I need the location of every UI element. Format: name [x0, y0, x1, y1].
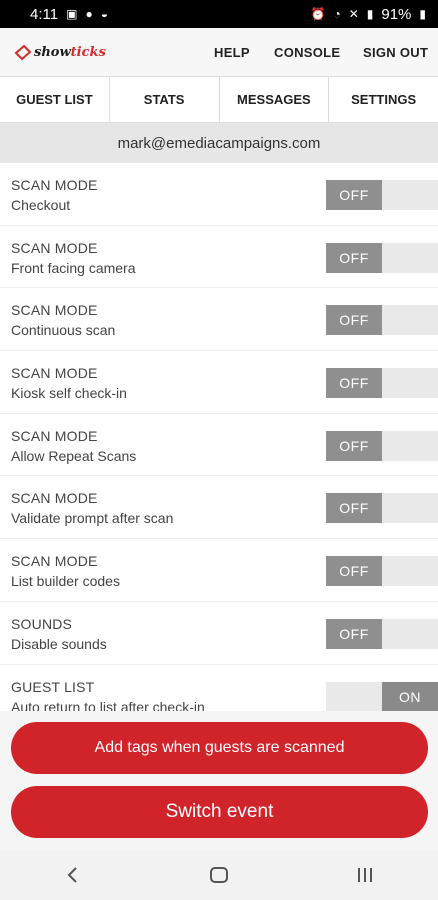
- android-icon: ◒: [100, 7, 108, 21]
- switch-event-button[interactable]: Switch event: [11, 786, 428, 838]
- setting-row-sounds: SOUNDS Disable sounds OFF: [0, 602, 438, 665]
- list-builder-toggle[interactable]: OFF: [326, 556, 438, 587]
- tab-bar: GUEST LIST STATS MESSAGES SETTINGS: [0, 76, 438, 123]
- battery-percent: 91%: [381, 5, 412, 23]
- recents-button[interactable]: [335, 855, 395, 895]
- console-link[interactable]: CONSOLE: [274, 45, 340, 60]
- toggle-state: OFF: [326, 180, 382, 210]
- status-time: 4:11: [30, 5, 59, 23]
- mute-icon: ✕: [348, 7, 359, 21]
- home-button[interactable]: [189, 855, 249, 895]
- setting-row-checkout: SCAN MODE Checkout OFF: [0, 163, 438, 226]
- setting-row-repeat-scans: SCAN MODE Allow Repeat Scans OFF: [0, 414, 438, 477]
- gallery-icon: ▣: [66, 7, 78, 21]
- validate-prompt-toggle[interactable]: OFF: [326, 493, 438, 524]
- repeat-scans-toggle[interactable]: OFF: [326, 430, 438, 461]
- continuous-scan-toggle[interactable]: OFF: [326, 305, 438, 336]
- toggle-state: OFF: [326, 430, 382, 461]
- toggle-state: OFF: [326, 556, 382, 587]
- toggle-state: OFF: [326, 493, 382, 524]
- notification-icon: ●: [85, 7, 93, 21]
- settings-list[interactable]: SCAN MODE Checkout OFF SCAN MODE Front f…: [0, 163, 438, 711]
- wifi-icon: ◔: [333, 7, 341, 21]
- recents-icon: [358, 868, 372, 882]
- setting-row-front-camera: SCAN MODE Front facing camera OFF: [0, 226, 438, 289]
- setting-row-auto-return: GUEST LIST Auto return to list after che…: [0, 665, 438, 711]
- front-camera-toggle[interactable]: OFF: [326, 242, 438, 273]
- toggle-state: OFF: [326, 618, 382, 649]
- account-email: mark@emediacampaigns.com: [0, 123, 438, 163]
- back-button[interactable]: [43, 855, 103, 895]
- tab-settings[interactable]: SETTINGS: [329, 77, 438, 122]
- kiosk-toggle[interactable]: OFF: [326, 368, 438, 399]
- add-tags-button[interactable]: Add tags when guests are scanned: [11, 722, 428, 774]
- sounds-toggle[interactable]: OFF: [326, 618, 438, 649]
- logo[interactable]: showticks: [14, 43, 124, 61]
- toggle-state: OFF: [326, 242, 382, 273]
- toggle-state: ON: [382, 681, 438, 711]
- alarm-icon: ⏰: [310, 7, 326, 21]
- ticket-icon: [14, 44, 32, 61]
- toggle-state: OFF: [326, 368, 382, 399]
- tab-stats[interactable]: STATS: [110, 77, 220, 122]
- setting-row-kiosk: SCAN MODE Kiosk self check-in OFF: [0, 351, 438, 414]
- toggle-state: OFF: [326, 305, 382, 336]
- home-icon: [210, 867, 228, 883]
- setting-row-continuous-scan: SCAN MODE Continuous scan OFF: [0, 288, 438, 352]
- setting-row-list-builder: SCAN MODE List builder codes OFF: [0, 539, 438, 602]
- status-bar: 4:11 ▣ ● ◒ ⏰ ◔ ✕ ▮ 91% ▮: [0, 0, 438, 28]
- action-area: Add tags when guests are scanned Switch …: [0, 711, 438, 850]
- app-bar: showticks HELP CONSOLE SIGN OUT: [0, 28, 438, 76]
- battery-icon: ▮: [419, 7, 426, 21]
- logo-text: showticks: [34, 44, 106, 60]
- tab-messages[interactable]: MESSAGES: [220, 77, 330, 122]
- checkout-toggle[interactable]: OFF: [326, 180, 438, 210]
- setting-row-validate-prompt: SCAN MODE Validate prompt after scan OFF: [0, 476, 438, 540]
- tab-guest-list[interactable]: GUEST LIST: [0, 77, 110, 122]
- help-link[interactable]: HELP: [214, 45, 250, 60]
- back-icon: [67, 867, 77, 883]
- signal-icon: ▮: [366, 7, 374, 21]
- system-nav-bar: [0, 850, 438, 900]
- sign-out-link[interactable]: SIGN OUT: [363, 45, 428, 60]
- auto-return-toggle[interactable]: ON: [326, 681, 438, 711]
